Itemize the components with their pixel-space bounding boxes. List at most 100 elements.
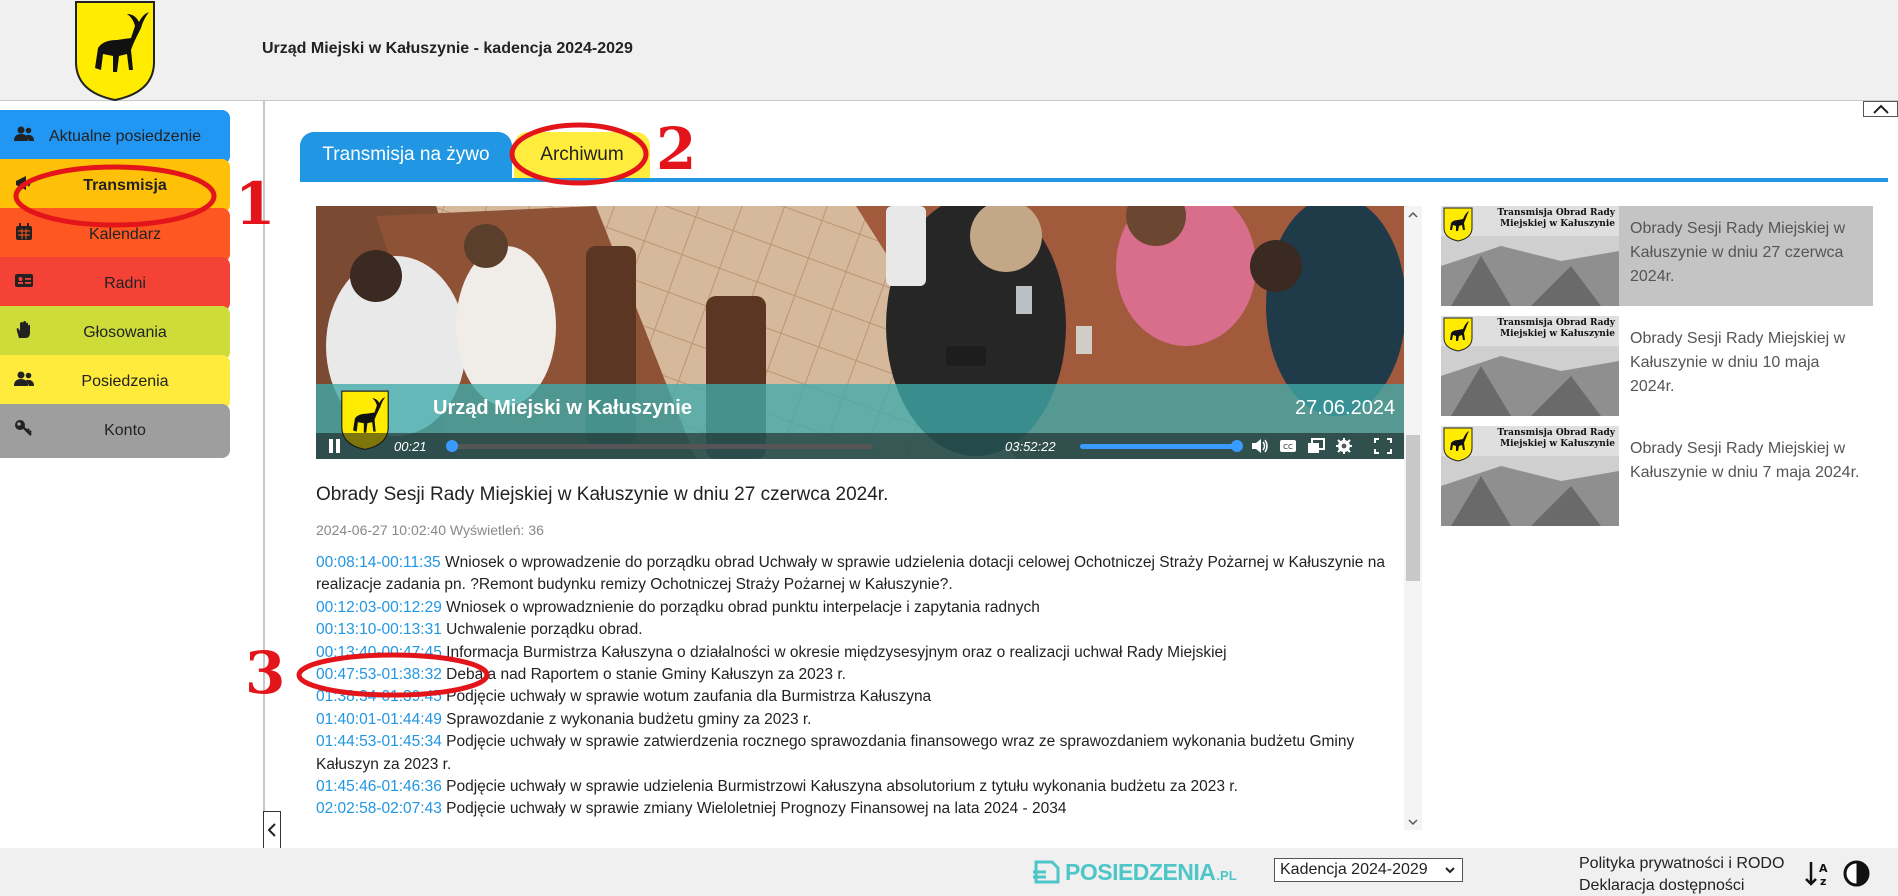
sidebar-item-transmisja[interactable]: Transmisja bbox=[0, 159, 230, 213]
goat-coat-of-arms-icon[interactable] bbox=[73, 0, 157, 101]
agenda-timestamp-link[interactable]: 00:13:40-00:47:45 bbox=[316, 644, 442, 661]
agenda-timestamp-link[interactable]: 01:44:53-01:45:34 bbox=[316, 733, 442, 750]
privacy-link[interactable]: Polityka prywatności i RODO bbox=[1579, 855, 1784, 873]
users-icon bbox=[14, 125, 34, 143]
archive-item-title: Obrady Sesji Rady Miejskiej w Kałuszynie… bbox=[1630, 330, 1846, 395]
sidebar-item-label: Transmisja bbox=[83, 177, 167, 194]
posiedzenia-logo[interactable]: POSIEDZENIA .PL bbox=[1032, 859, 1237, 885]
archive-thumbnail: Transmisja Obrad Rady Miejskiej w Kałusz… bbox=[1441, 426, 1619, 526]
agenda-text: Debata nad Raportem o stanie Gminy Kałus… bbox=[446, 666, 846, 684]
agenda-item: 01:44:53-01:45:34 Podjęcie uchwały w spr… bbox=[316, 731, 1404, 776]
volume-slider[interactable] bbox=[1080, 444, 1237, 449]
archive-item[interactable]: Transmisja Obrad Rady Miejskiej w Kałusz… bbox=[1441, 316, 1873, 416]
agenda-timestamp-link[interactable]: 01:40:01-01:44:49 bbox=[316, 711, 442, 728]
posiedzenia-logo-icon bbox=[1033, 860, 1060, 884]
agenda-timestamp-link[interactable]: 01:45:46-01:46:36 bbox=[316, 778, 442, 795]
agenda-item: 02:02:58-02:07:43 Podjęcie uchwały w spr… bbox=[316, 798, 1404, 820]
chevron-left-icon bbox=[267, 823, 276, 837]
chevron-up-icon bbox=[1408, 211, 1418, 218]
scroll-up-arrow[interactable] bbox=[1404, 206, 1422, 222]
chevron-up-icon bbox=[1872, 104, 1889, 114]
archive-thumbnail-title: Transmisja Obrad Rady Miejskiej w Kałusz… bbox=[1497, 318, 1615, 339]
agenda-item: 01:38:34-01:39:45 Podjęcie uchwały w spr… bbox=[316, 686, 1404, 708]
header: Urząd Miejski w Kałuszynie - kadencja 20… bbox=[0, 0, 1898, 101]
agenda-text: Uchwalenie porządku obrad. bbox=[446, 621, 643, 639]
agenda-item: 00:08:14-00:11:35 Wniosek o wprowadzenie… bbox=[316, 552, 1404, 597]
video-player[interactable]: Urząd Miejski w Kałuszynie 27.06.2024 00… bbox=[316, 206, 1404, 459]
site-title: Urząd Miejski w Kałuszynie - kadencja 20… bbox=[262, 40, 633, 57]
video-overlay-title: Urząd Miejski w Kałuszynie bbox=[433, 397, 692, 419]
playlist-icon[interactable] bbox=[1307, 438, 1325, 454]
sidebar-item-konto[interactable]: Konto bbox=[0, 404, 230, 458]
agenda-list: 00:08:14-00:11:35 Wniosek o wprowadzenie… bbox=[316, 552, 1404, 828]
agenda-timestamp-link[interactable]: 00:08:14-00:11:35 bbox=[316, 554, 441, 571]
archive-thumbnail: Transmisja Obrad Rady Miejskiej w Kałusz… bbox=[1441, 316, 1619, 416]
agenda-item: 01:45:46-01:46:36 Podjęcie uchwały w spr… bbox=[316, 776, 1404, 798]
chevron-down-icon bbox=[1445, 867, 1455, 874]
users-icon bbox=[14, 370, 34, 388]
posiedzenia-brand-tld: .PL bbox=[1216, 867, 1237, 883]
fullscreen-icon[interactable] bbox=[1374, 438, 1392, 454]
sidebar-item-label: Kalendarz bbox=[88, 226, 162, 243]
accessibility-link[interactable]: Deklaracja dostępności bbox=[1579, 877, 1744, 895]
scroll-down-arrow[interactable] bbox=[1404, 814, 1422, 830]
tab-live[interactable]: Transmisja na żywo bbox=[300, 132, 512, 178]
content-scrollbar[interactable] bbox=[1404, 206, 1422, 830]
agenda-timestamp-link[interactable]: 00:13:10-00:13:31 bbox=[316, 621, 442, 638]
chevron-down-icon bbox=[1408, 818, 1418, 825]
sidebar-item-kalendarz[interactable]: Kalendarz bbox=[0, 208, 230, 262]
key-icon bbox=[14, 419, 34, 437]
player-controls: 00:21 03:52:22 CC bbox=[316, 433, 1404, 459]
term-select[interactable]: Kadencja 2024-2029 bbox=[1274, 858, 1463, 882]
agenda-text: Podjęcie uchwały w sprawie udzielenia Bu… bbox=[446, 778, 1238, 796]
time-current: 00:21 bbox=[394, 439, 427, 454]
agenda-text: Wniosek o wprowadzenie do porządku obrad… bbox=[316, 554, 1385, 594]
annotation-number-3: 3 bbox=[245, 639, 286, 707]
archive-item[interactable]: Transmisja Obrad Rady Miejskiej w Kałusz… bbox=[1441, 206, 1873, 306]
footer: POSIEDZENIA .PL Kadencja 2024-2029 Polit… bbox=[0, 848, 1898, 896]
scroll-top-button[interactable] bbox=[1863, 101, 1898, 117]
broadcast-icon bbox=[14, 174, 34, 192]
session-title: Obrady Sesji Rady Miejskiej w Kałuszynie… bbox=[316, 484, 889, 505]
sidebar-item-aktualne-posiedzenie[interactable]: Aktualne posiedzenie bbox=[0, 110, 230, 164]
collapse-sidebar-button[interactable] bbox=[263, 811, 281, 849]
agenda-timestamp-link[interactable]: 01:38:34-01:39:45 bbox=[316, 688, 442, 705]
scrollbar-thumb[interactable] bbox=[1406, 435, 1420, 581]
agenda-item: 00:12:03-00:12:29 Wniosek o wprowadznien… bbox=[316, 597, 1404, 619]
id-card-icon bbox=[14, 272, 34, 290]
agenda-text: Podjęcie uchwały w sprawie zmiany Wielol… bbox=[446, 800, 1067, 818]
svg-text:CC: CC bbox=[1283, 443, 1293, 451]
archive-thumbnail-title: Transmisja Obrad Rady Miejskiej w Kałusz… bbox=[1497, 428, 1615, 449]
tab-underline bbox=[300, 178, 1888, 182]
volume-icon[interactable] bbox=[1251, 438, 1269, 454]
term-select-value: Kadencja 2024-2029 bbox=[1280, 861, 1428, 878]
sidebar-item-posiedzenia[interactable]: Posiedzenia bbox=[0, 355, 230, 409]
settings-gear-icon[interactable] bbox=[1335, 438, 1353, 454]
sidebar-item-label: Aktualne posiedzenie bbox=[48, 128, 202, 145]
sidebar-item-głosowania[interactable]: Głosowania bbox=[0, 306, 230, 360]
agenda-timestamp-link[interactable]: 02:02:58-02:07:43 bbox=[316, 800, 442, 817]
agenda-text: Sprawozdanie z wykonania budżetu gminy z… bbox=[446, 710, 812, 728]
archive-thumbnail: Transmisja Obrad Rady Miejskiej w Kałusz… bbox=[1441, 206, 1619, 306]
sidebar-item-label: Posiedzenia bbox=[81, 373, 169, 390]
svg-text:A: A bbox=[1819, 862, 1828, 875]
progress-bar[interactable] bbox=[451, 444, 873, 449]
agenda-timestamp-link[interactable]: 00:12:03-00:12:29 bbox=[316, 599, 442, 616]
tab-archive[interactable]: Archiwum bbox=[514, 132, 650, 178]
sidebar-item-radni[interactable]: Radni bbox=[0, 257, 230, 311]
agenda-text: Wniosek o wprowadznienie do porządku obr… bbox=[446, 598, 1040, 616]
contrast-icon[interactable] bbox=[1843, 860, 1870, 887]
agenda-text: Informacja Burmistrza Kałuszyna o działa… bbox=[446, 643, 1227, 661]
svg-text:z: z bbox=[1820, 875, 1826, 886]
archive-item-title: Obrady Sesji Rady Miejskiej w Kałuszynie… bbox=[1630, 440, 1860, 481]
captions-icon[interactable]: CC bbox=[1279, 438, 1297, 454]
archive-thumbnail-title: Transmisja Obrad Rady Miejskiej w Kałusz… bbox=[1497, 208, 1615, 229]
progress-handle[interactable] bbox=[445, 440, 458, 452]
archive-item[interactable]: Transmisja Obrad Rady Miejskiej w Kałusz… bbox=[1441, 426, 1873, 526]
pause-icon[interactable] bbox=[328, 439, 342, 453]
font-size-icon[interactable]: A z bbox=[1805, 860, 1833, 886]
archive-item-title: Obrady Sesji Rady Miejskiej w Kałuszynie… bbox=[1630, 220, 1846, 285]
annotation-number-2: 2 bbox=[656, 115, 697, 183]
volume-handle[interactable] bbox=[1231, 440, 1243, 452]
agenda-timestamp-link[interactable]: 00:47:53-01:38:32 bbox=[316, 666, 442, 683]
